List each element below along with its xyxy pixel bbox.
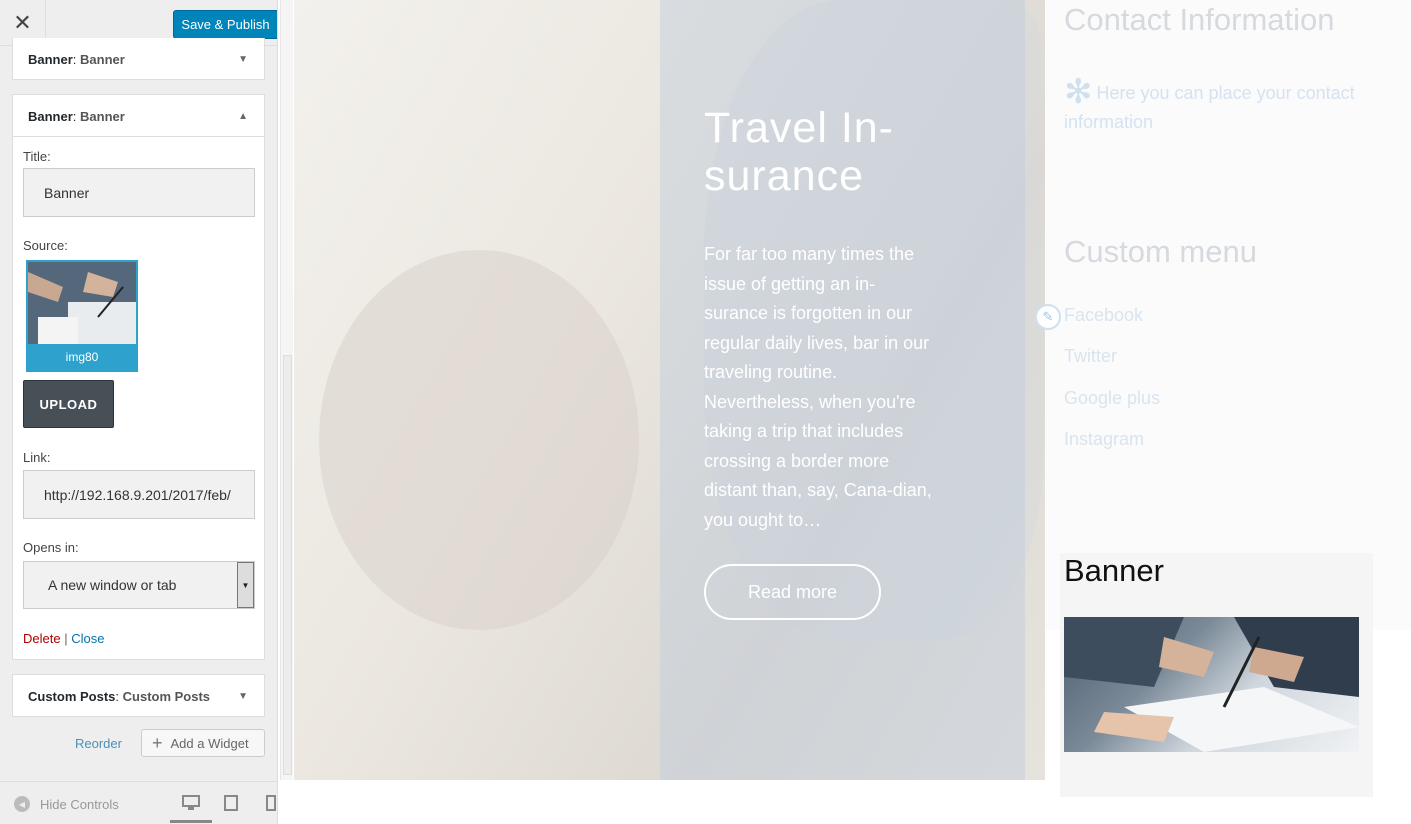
source-image-thumbnail[interactable]: img80 — [26, 260, 138, 372]
banner-image[interactable] — [1064, 617, 1359, 752]
customizer-sidebar: ✕ Save & Publish Banner: Banner ▼ Banner… — [0, 0, 278, 824]
triangle-down-icon[interactable]: ▼ — [238, 691, 248, 702]
delete-link[interactable]: Delete — [23, 631, 61, 646]
opens-in-select[interactable]: A new window or tab ▼ — [23, 561, 255, 609]
hero-title: Travel In-surance — [704, 104, 894, 200]
read-more-button[interactable]: Read more — [704, 564, 881, 620]
widget-form: Title: Banner Source: img80 UPLOAD Link:… — [12, 137, 265, 660]
widget-type: Banner — [28, 51, 73, 67]
triangle-down-icon[interactable]: ▼ — [238, 54, 248, 65]
gear-icon: ✻ — [1064, 73, 1093, 111]
hide-controls-button[interactable]: ◀ Hide Controls — [14, 796, 119, 812]
widget-actions: Delete | Close — [23, 631, 104, 646]
add-widget-button[interactable]: + Add a Widget — [141, 729, 265, 757]
plus-icon: + — [152, 732, 163, 753]
title-label: Title: — [23, 149, 51, 164]
pencil-icon[interactable]: ✎ — [1035, 304, 1061, 330]
desktop-icon[interactable] — [182, 795, 200, 814]
widget-type: Custom Posts — [28, 688, 116, 704]
reorder-link[interactable]: Reorder — [75, 736, 122, 751]
opens-in-label: Opens in: — [23, 540, 79, 555]
contact-text: Here you can place your contact informat… — [1064, 83, 1355, 132]
menu-item-facebook[interactable]: Facebook — [1064, 305, 1143, 326]
menu-item-twitter[interactable]: Twitter — [1064, 346, 1117, 367]
triangle-up-icon[interactable]: ▲ — [238, 111, 248, 122]
separator: | — [64, 631, 68, 646]
customizer-window: ✕ Save & Publish Banner: Banner ▼ Banner… — [0, 0, 1411, 824]
widget-banner-2[interactable]: Banner: Banner ▲ — [12, 94, 265, 137]
link-input[interactable]: http://192.168.9.201/2017/feb/ — [23, 470, 255, 519]
contact-text-block: ✻ Here you can place your contact informa… — [1064, 75, 1409, 137]
hero-section: Travel In-surance For far too many times… — [294, 0, 1045, 780]
upload-button[interactable]: UPLOAD — [23, 380, 114, 428]
customizer-footer: ◀ Hide Controls — [0, 781, 277, 824]
chevron-down-icon[interactable]: ▼ — [237, 562, 254, 608]
custom-menu-heading: Custom menu — [1064, 234, 1257, 269]
menu-item-google-plus[interactable]: Google plus — [1064, 388, 1160, 409]
close-link[interactable]: Close — [71, 631, 104, 646]
widget-title: Banner — [80, 51, 125, 67]
widget-custom-posts[interactable]: Custom Posts: Custom Posts ▼ — [12, 674, 265, 717]
tablet-icon[interactable] — [224, 795, 238, 814]
widget-title: Custom Posts — [122, 688, 211, 704]
add-widget-label: Add a Widget — [170, 735, 249, 751]
image-caption: img80 — [28, 344, 136, 370]
banner-image-art — [1064, 617, 1359, 752]
image-preview — [28, 262, 136, 346]
title-input[interactable]: Banner — [23, 168, 255, 217]
mobile-icon[interactable] — [266, 795, 276, 814]
banner-heading: Banner — [1064, 553, 1164, 588]
source-label: Source: — [23, 238, 68, 253]
save-publish-button[interactable]: Save & Publish — [173, 10, 277, 39]
opens-in-value: A new window or tab — [48, 577, 177, 593]
arrow-left-circle-icon: ◀ — [14, 796, 30, 812]
contact-heading: Contact Information — [1064, 2, 1335, 37]
scrollbar-thumb[interactable] — [283, 355, 292, 775]
hero-text: For far too many times the issue of gett… — [704, 244, 932, 530]
link-label: Link: — [23, 450, 51, 465]
hero-image-shape — [319, 250, 639, 630]
sidebar-scrollbar[interactable] — [280, 0, 293, 780]
widget-title: Banner — [80, 108, 125, 124]
banner-widget-preview: Banner — [1060, 553, 1373, 797]
hide-controls-label: Hide Controls — [40, 796, 119, 812]
widget-header[interactable]: Banner: Banner ▼ — [13, 38, 264, 80]
widget-area-actions: Reorder + Add a Widget — [0, 728, 277, 758]
menu-item-instagram[interactable]: Instagram — [1064, 429, 1144, 450]
widget-banner-1[interactable]: Banner: Banner ▼ — [12, 38, 265, 80]
widget-header[interactable]: Banner: Banner ▲ — [13, 95, 264, 137]
active-device-indicator — [170, 820, 212, 823]
widget-type: Banner — [28, 108, 73, 124]
widget-header[interactable]: Custom Posts: Custom Posts ▼ — [13, 675, 264, 717]
site-preview: Travel In-surance For far too many times… — [294, 0, 1411, 824]
